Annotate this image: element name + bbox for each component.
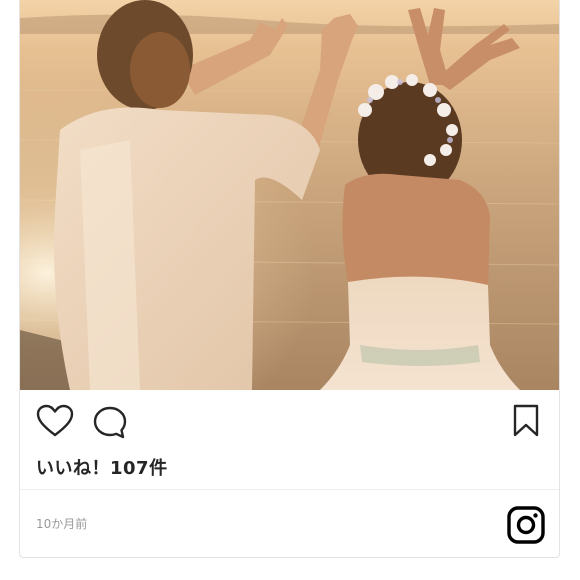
post-timestamp[interactable]: 10か月前 (36, 515, 87, 532)
like-count[interactable]: いいね！107件 (36, 454, 168, 480)
bookmark-icon[interactable] (512, 404, 540, 442)
instagram-logo-icon[interactable] (506, 505, 546, 549)
heart-icon[interactable] (36, 404, 74, 442)
post-photo[interactable] (20, 0, 559, 390)
divider (20, 489, 559, 490)
sunset-couple-photo (20, 0, 559, 390)
instagram-embed-card: いいね！107件 10か月前 (19, 0, 560, 558)
post-actions-bar (20, 390, 559, 460)
speech-bubble-icon[interactable] (92, 405, 128, 445)
